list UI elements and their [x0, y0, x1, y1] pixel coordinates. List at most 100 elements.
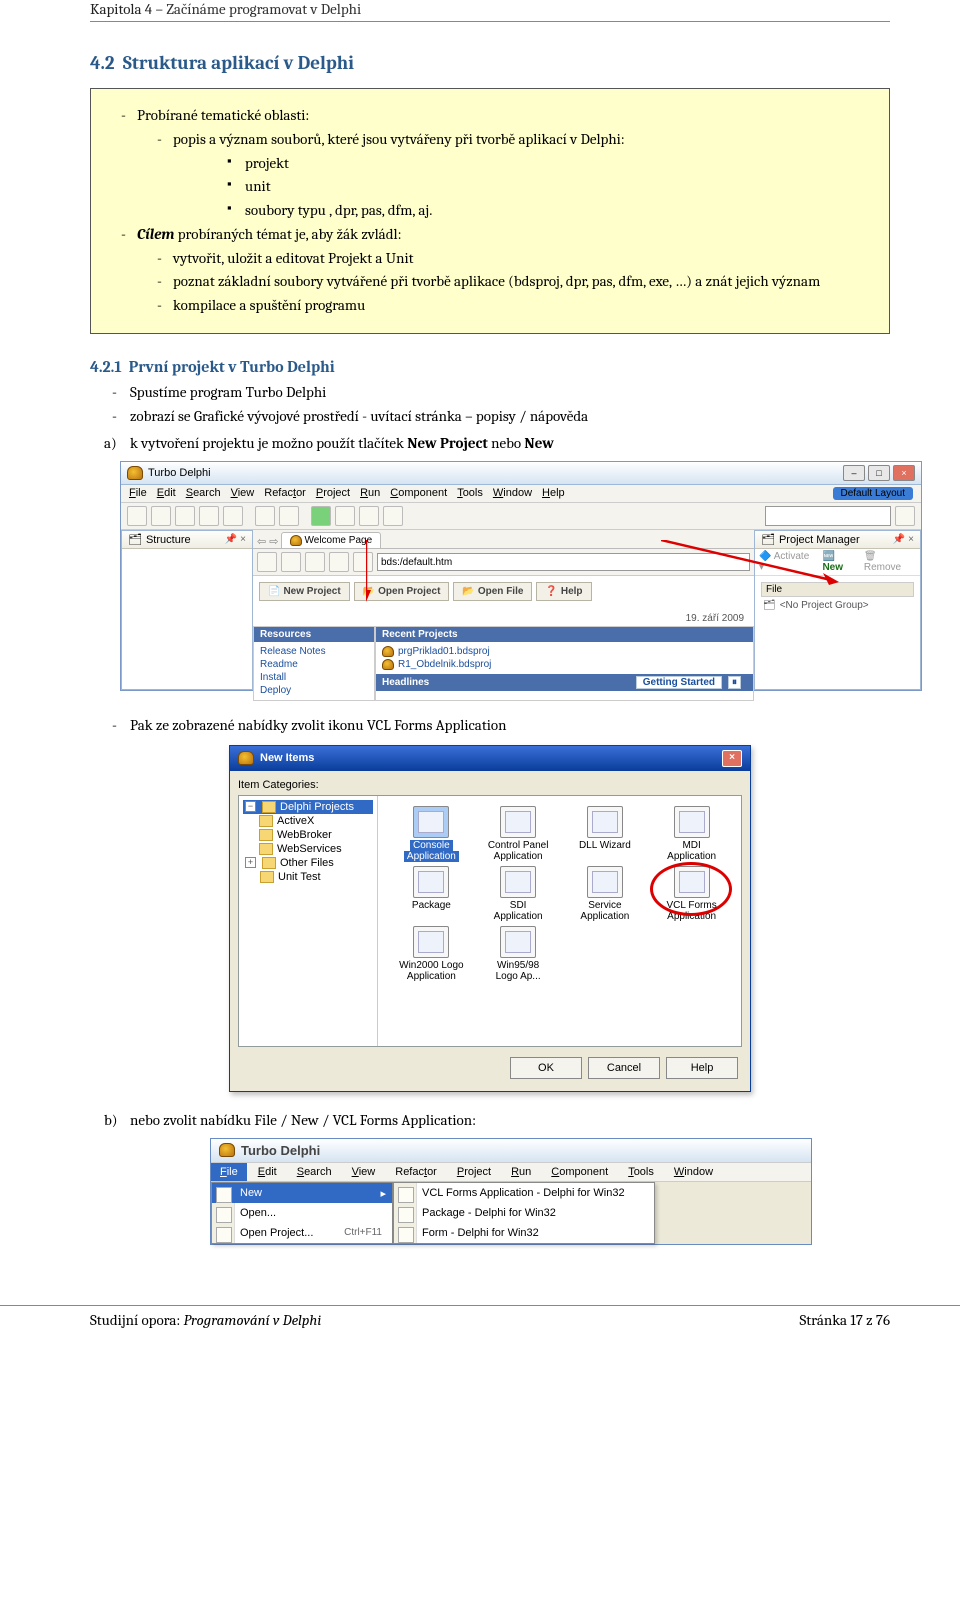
link[interactable]: Deploy: [260, 684, 368, 697]
stop-icon[interactable]: [305, 552, 325, 572]
menu-item-form[interactable]: Form - Delphi for Win32: [394, 1223, 654, 1243]
item-dll-wizard[interactable]: DLL Wizard: [562, 806, 649, 862]
tree-node[interactable]: Unit Test: [243, 870, 373, 884]
menu-project[interactable]: Project: [448, 1163, 500, 1181]
menubar[interactable]: File Edit Search View Refactor Project R…: [211, 1162, 811, 1182]
ide-menubar[interactable]: File Edit Search View Refactor Project R…: [121, 485, 921, 503]
toolbar-icon[interactable]: [175, 506, 195, 526]
menu-tools[interactable]: Tools: [457, 487, 483, 500]
delphi-logo-icon: [219, 1143, 235, 1157]
menu-item-open[interactable]: Open...: [212, 1203, 392, 1223]
run-icon[interactable]: [311, 506, 331, 526]
open-project-button[interactable]: 📂 Open Project: [354, 582, 450, 601]
menu-component[interactable]: Component: [390, 487, 447, 500]
search-icon[interactable]: [895, 506, 915, 526]
menu-search[interactable]: Search: [288, 1163, 341, 1181]
tree-node[interactable]: −Delphi Projects: [243, 800, 373, 814]
body-list: Spustíme program Turbo Delphi zobrazí se…: [90, 382, 890, 428]
menu-run[interactable]: Run: [360, 487, 380, 500]
item-mdi-app[interactable]: MDIApplication: [648, 806, 735, 862]
toolbar-icon[interactable]: [127, 506, 147, 526]
pm-new-button[interactable]: 🆕 New: [822, 551, 857, 573]
close-icon[interactable]: ×: [722, 750, 742, 767]
link[interactable]: Release Notes: [260, 645, 368, 658]
link[interactable]: Install: [260, 671, 368, 684]
menu-edit[interactable]: Edit: [157, 487, 176, 500]
pm-remove[interactable]: 🗑 Remove: [864, 551, 916, 573]
link[interactable]: Readme: [260, 658, 368, 671]
address-input[interactable]: [377, 553, 750, 571]
item-console-app[interactable]: ConsoleApplication: [388, 806, 475, 862]
item-win2000-logo-app[interactable]: Win2000 LogoApplication: [388, 926, 475, 982]
item-control-panel-app[interactable]: Control PanelApplication: [475, 806, 562, 862]
category-tree[interactable]: −Delphi Projects ActiveX WebBroker WebSe…: [239, 796, 378, 1046]
pm-project-group[interactable]: 🗂<No Project Group>: [761, 597, 914, 614]
help-button[interactable]: ❓ Help: [536, 582, 591, 601]
item-win9598-logo-app[interactable]: Win95/98Logo Ap...: [475, 926, 562, 982]
toolbar-icon[interactable]: [279, 506, 299, 526]
maximize-icon[interactable]: □: [868, 465, 890, 481]
menu-window[interactable]: Window: [493, 487, 532, 500]
item-service-app[interactable]: ServiceApplication: [562, 866, 649, 922]
cancel-button[interactable]: Cancel: [588, 1057, 660, 1079]
toolbar-icon[interactable]: [255, 506, 275, 526]
toolbar-icon[interactable]: [151, 506, 171, 526]
control-icon[interactable]: ⏸: [728, 676, 741, 689]
link[interactable]: prgPriklad01.bdsproj: [382, 645, 747, 658]
home-icon[interactable]: [353, 552, 373, 572]
project-manager-panel: 🗂Project Manager📌 × 🔷 Activate ▾ 🆕 New 🗑…: [754, 530, 921, 690]
chapter-header: Kapitola 4 – Začínáme programovat v Delp…: [90, 0, 890, 22]
menu-refactor[interactable]: Refactor: [264, 487, 306, 500]
panel-icon: 🗂: [761, 533, 775, 546]
menu-run[interactable]: Run: [502, 1163, 540, 1181]
tab-welcome[interactable]: Welcome Page: [281, 532, 382, 548]
menu-file[interactable]: File: [129, 487, 147, 500]
menu-view[interactable]: View: [231, 487, 255, 500]
layout-selector[interactable]: Default Layout: [833, 487, 914, 500]
item-sdi-app[interactable]: SDIApplication: [475, 866, 562, 922]
pin-icon[interactable]: 📌 ×: [893, 534, 914, 545]
search-input[interactable]: [765, 506, 891, 526]
refresh-icon[interactable]: [329, 552, 349, 572]
tree-node[interactable]: WebBroker: [243, 828, 373, 842]
menu-window[interactable]: Window: [665, 1163, 722, 1181]
menu-tools[interactable]: Tools: [619, 1163, 663, 1181]
tree-node[interactable]: WebServices: [243, 842, 373, 856]
item-package[interactable]: Package: [388, 866, 475, 922]
pause-icon[interactable]: [335, 506, 355, 526]
menu-component[interactable]: Component: [542, 1163, 617, 1181]
highlight-box: Probírané tematické oblasti: popis a výz…: [90, 88, 890, 334]
menu-view[interactable]: View: [343, 1163, 385, 1181]
menu-edit[interactable]: Edit: [249, 1163, 286, 1181]
minimize-icon[interactable]: –: [843, 465, 865, 481]
menu-file[interactable]: File: [211, 1163, 247, 1181]
forward-icon[interactable]: [281, 552, 301, 572]
open-file-button[interactable]: 📂 Open File: [453, 582, 532, 601]
file-menu: New▸ Open... Open Project...Ctrl+F11: [211, 1182, 393, 1244]
toolbar-icon[interactable]: [359, 506, 379, 526]
toolbar-icon[interactable]: [199, 506, 219, 526]
menu-item-package[interactable]: Package - Delphi for Win32: [394, 1203, 654, 1223]
menu-refactor[interactable]: Refactor: [386, 1163, 446, 1181]
toolbar-icon[interactable]: [223, 506, 243, 526]
tree-node[interactable]: ActiveX: [243, 814, 373, 828]
menu-item-new[interactable]: New▸: [212, 1183, 392, 1203]
toolbar-icon[interactable]: [383, 506, 403, 526]
close-icon[interactable]: ×: [893, 465, 915, 481]
help-button[interactable]: Help: [666, 1057, 738, 1079]
item-vcl-forms-app[interactable]: VCL FormsApplication: [648, 866, 735, 922]
pin-icon[interactable]: 📌 ×: [225, 534, 246, 545]
menu-project[interactable]: Project: [316, 487, 350, 500]
chapter-title: Začínáme programovat v Delphi: [166, 0, 361, 18]
back-icon[interactable]: [257, 552, 277, 572]
getting-started-button[interactable]: Getting Started: [636, 676, 722, 689]
pm-activate[interactable]: 🔷 Activate ▾: [759, 551, 816, 573]
new-project-button[interactable]: 📄 New Project: [259, 582, 350, 601]
menu-search[interactable]: Search: [186, 487, 221, 500]
link[interactable]: R1_Obdelnik.bdsproj: [382, 658, 747, 671]
tree-node[interactable]: +Other Files: [243, 856, 373, 870]
menu-item-open-project[interactable]: Open Project...Ctrl+F11: [212, 1223, 392, 1243]
menu-item-vcl-forms-app[interactable]: VCL Forms Application - Delphi for Win32: [394, 1183, 654, 1203]
menu-help[interactable]: Help: [542, 487, 565, 500]
ok-button[interactable]: OK: [510, 1057, 582, 1079]
